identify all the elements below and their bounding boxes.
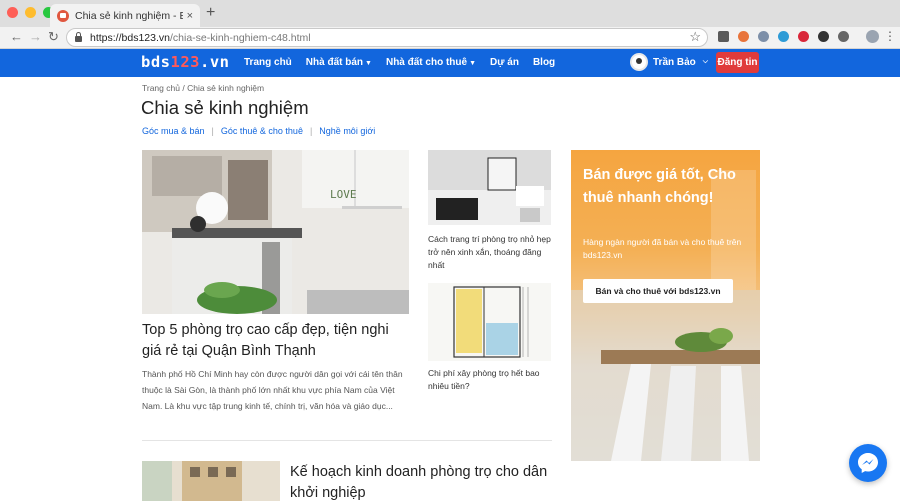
browser-tab-strip: Chia sẻ kinh nghiệm - BDS123 × + <box>0 0 900 27</box>
main-navigation: Trang chủ Nhà đất bán ▼ Nhà đất cho thuê ▼… <box>244 57 555 68</box>
messenger-icon <box>858 453 878 473</box>
next-article-image[interactable] <box>142 461 280 501</box>
chevron-down-icon: ⌵ <box>702 58 709 65</box>
category-subnav: Góc mua & bán | Góc thuê & cho thuê | Ng… <box>142 126 375 136</box>
extension-orange-icon[interactable] <box>738 31 749 42</box>
caret-down-icon: ▼ <box>469 60 477 67</box>
logo-number: 123 <box>170 53 200 71</box>
hero-article-image[interactable]: LOVE <box>142 150 409 314</box>
extension-puzzle-icon[interactable] <box>718 31 729 42</box>
browser-tab[interactable]: Chia sẻ kinh nghiệm - BDS123 × <box>50 4 200 27</box>
lock-icon <box>75 32 82 42</box>
close-window-button[interactable] <box>7 7 18 18</box>
messenger-chat-button[interactable] <box>849 444 887 482</box>
subnav-divider: | <box>309 126 313 136</box>
nav-item-blog[interactable]: Blog <box>533 57 555 68</box>
nav-item-rent[interactable]: Nhà đất cho thuê ▼ <box>386 57 476 68</box>
home-favicon-icon <box>57 9 69 22</box>
hero-article-title[interactable]: Top 5 phòng trọ cao cấp đẹp, tiện nghi g… <box>142 320 412 362</box>
side-article-title[interactable]: Cách trang trí phòng trọ nhỏ hẹp trở nên… <box>428 233 552 272</box>
window-controls <box>7 7 54 18</box>
promo-cta-button[interactable]: Bán và cho thuê với bds123.vn <box>583 279 733 303</box>
nav-item-home[interactable]: Trang chủ <box>244 57 292 68</box>
user-name: Trần Bảo <box>653 56 696 68</box>
user-menu[interactable]: Trần Bảo ⌵ <box>630 53 708 71</box>
page-title: Chia sẻ kinh nghiệm <box>141 97 309 118</box>
hero-article-excerpt: Thành phố Hồ Chí Minh hay còn được người… <box>142 369 403 411</box>
side-article-image[interactable] <box>428 150 551 225</box>
minimize-window-button[interactable] <box>25 7 36 18</box>
post-listing-button[interactable]: Đăng tin <box>716 52 759 73</box>
subnav-rent[interactable]: Góc thuê & cho thuê <box>221 126 303 136</box>
subnav-buy-sell[interactable]: Góc mua & bán <box>142 126 205 136</box>
extension-blue-icon[interactable] <box>778 31 789 42</box>
subnav-broker[interactable]: Nghề môi giới <box>319 126 375 136</box>
pinterest-icon[interactable] <box>798 31 809 42</box>
love-sign-text: LOVE <box>330 188 357 201</box>
url-path: /chia-se-kinh-nghiem-c48.html <box>169 31 311 44</box>
nav-item-sale-label: Nhà đất bán <box>305 57 364 68</box>
bookmark-star-icon[interactable]: ☆ <box>689 29 701 45</box>
logo-suffix: .vn <box>200 53 230 71</box>
browser-menu-icon[interactable]: ⋮ <box>884 29 896 43</box>
logo-prefix: bds <box>141 53 171 71</box>
profile-avatar-icon[interactable] <box>866 30 879 43</box>
building-illustration <box>142 461 280 501</box>
extension-gray-icon[interactable] <box>838 31 849 42</box>
back-arrow-icon[interactable]: ← <box>10 29 23 44</box>
side-article-image[interactable] <box>428 283 551 361</box>
kitchen-illustration: LOVE <box>142 150 409 314</box>
address-bar[interactable]: https://bds123.vn/chia-se-kinh-nghiem-c4… <box>66 28 708 47</box>
side-article-title[interactable]: Chi phí xây phòng trọ hết bao nhiêu tiền… <box>428 367 552 393</box>
site-header: bds123.vn Trang chủ Nhà đất bán ▼ Nhà đất… <box>0 49 900 77</box>
next-article-title[interactable]: Kế hoạch kinh doanh phòng trọ cho dân kh… <box>290 462 560 504</box>
tab-title: Chia sẻ kinh nghiệm - BDS123 <box>75 9 183 22</box>
promo-subtext: Hàng ngàn người đã bán và cho thuê trên … <box>583 237 742 260</box>
breadcrumb-current: Chia sẻ kinh nghiệm <box>187 83 265 93</box>
close-tab-icon[interactable]: × <box>187 10 193 22</box>
subnav-divider: | <box>211 126 214 136</box>
new-tab-button[interactable]: + <box>206 4 215 22</box>
room-illustration <box>428 150 551 225</box>
nav-item-rent-label: Nhà đất cho thuê <box>385 57 468 68</box>
extension-dark-icon[interactable] <box>818 31 829 42</box>
url-host: https://bds123.vn <box>90 31 170 44</box>
caret-down-icon: ▼ <box>365 60 372 67</box>
nav-item-sale[interactable]: Nhà đất bán ▼ <box>306 57 372 68</box>
site-logo[interactable]: bds123.vn <box>141 53 230 71</box>
browser-toolbar: ← → ↻ https://bds123.vn/chia-se-kinh-ngh… <box>0 27 900 49</box>
breadcrumb-separator: / <box>182 83 185 93</box>
promo-headline: Bán được giá tốt, Cho thuê nhanh chóng! <box>583 167 736 206</box>
breadcrumb-home[interactable]: Trang chủ <box>142 83 180 93</box>
floor-plan-illustration <box>428 283 551 361</box>
url-text: https://bds123.vn/chia-se-kinh-nghiem-c4… <box>90 32 311 44</box>
section-divider <box>142 440 552 441</box>
nav-item-projects[interactable]: Dự án <box>490 57 519 68</box>
reload-icon[interactable]: ↻ <box>48 29 59 45</box>
promo-banner: Bán được giá tốt, Cho thuê nhanh chóng! … <box>571 150 760 461</box>
forward-arrow-icon[interactable]: → <box>29 29 42 44</box>
extension-link-icon[interactable] <box>758 31 769 42</box>
avatar <box>630 53 648 71</box>
breadcrumb: Trang chủ / Chia sẻ kinh nghiệm <box>142 83 264 93</box>
